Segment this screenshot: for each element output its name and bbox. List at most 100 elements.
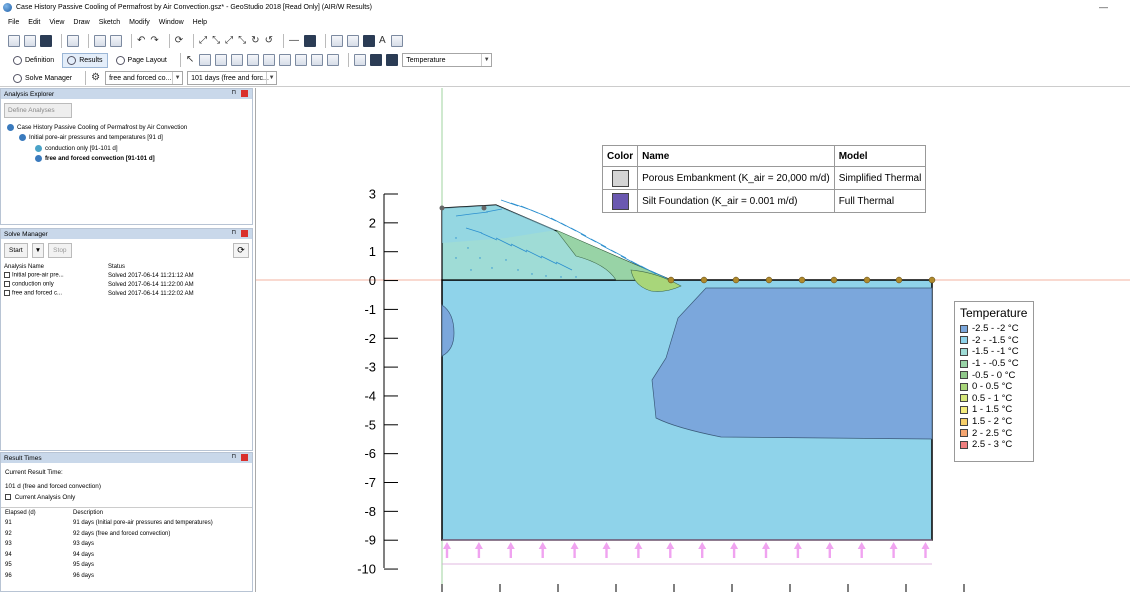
table-row[interactable]: 91 91 days (Initial pore-air pressures an… [1, 518, 252, 529]
new-file-icon[interactable] [8, 34, 20, 47]
column-header[interactable]: Analysis Name [1, 262, 105, 271]
draw-contours-icon[interactable] [199, 54, 212, 66]
current-analysis-only-row[interactable]: Current Analysis Only [1, 492, 252, 503]
pin-icon[interactable]: ⊓ [231, 229, 236, 236]
sketch-dimension-icon[interactable] [346, 34, 359, 47]
table-row[interactable]: 92 92 days (free and forced convection) [1, 529, 252, 540]
table-row[interactable]: conduction only Solved 2017-06-14 11:22:… [1, 280, 252, 289]
axes-icon[interactable] [354, 54, 367, 66]
font-icon[interactable] [390, 34, 403, 47]
define-analyses-button[interactable]: Define Analyses [4, 103, 72, 118]
heat-flux-arrow [506, 542, 515, 558]
menu-draw[interactable]: Draw [73, 19, 89, 26]
analysis-tree: Case History Passive Cooling of Permafro… [1, 122, 252, 164]
menu-edit[interactable]: Edit [28, 19, 40, 26]
table-row[interactable]: 95 95 days [1, 560, 252, 571]
redo-icon[interactable]: ↷ [150, 35, 158, 47]
tree-node-conduction[interactable]: conduction only [91-101 d] [7, 143, 252, 154]
page-layout-button[interactable]: Page Layout [111, 53, 172, 68]
rotate-back-icon[interactable]: ↺ [265, 35, 273, 47]
close-icon[interactable] [241, 230, 248, 237]
text-icon[interactable]: A [379, 35, 386, 47]
result-time-select[interactable]: 101 days (free and forc... ▼ [187, 71, 278, 85]
tree-node-convection[interactable]: free and forced convection [91-101 d] [7, 154, 252, 165]
legend-label: -2.5 - -2 °C [972, 323, 1019, 335]
pin-icon[interactable]: ⊓ [231, 453, 236, 460]
draw-flux-icon[interactable] [231, 54, 244, 66]
save-icon[interactable] [40, 34, 52, 47]
line-style-icon[interactable]: — [289, 35, 299, 47]
tree-node-initial[interactable]: Initial pore-air pressures and temperatu… [7, 133, 252, 144]
view-materials-icon[interactable] [295, 54, 308, 66]
refresh-icon[interactable]: ⟳ [175, 35, 183, 47]
description-cell: 93 days [73, 541, 95, 548]
contour-lines-icon[interactable] [386, 54, 399, 66]
zoom-objects-icon[interactable]: ⤡ [238, 35, 246, 47]
zoom-out-icon[interactable]: ⤡ [212, 35, 220, 47]
refresh-button[interactable]: ⟳ [233, 243, 249, 258]
copy-icon[interactable] [94, 34, 106, 47]
draw-graph-icon[interactable] [247, 54, 260, 66]
checkbox[interactable] [4, 290, 10, 297]
hourglass-icon [35, 144, 42, 152]
mode-toolbar: Definition Results Page Layout ↖ Tempera… [0, 51, 1130, 69]
start-dropdown-button[interactable]: ▼ [31, 243, 45, 258]
view-legend-icon[interactable] [311, 54, 324, 66]
zoom-in-icon[interactable]: ⤢ [199, 35, 207, 47]
menu-modify[interactable]: Modify [129, 19, 150, 26]
contour-parameter-select[interactable]: Temperature ▼ [402, 53, 493, 67]
toolbar-separator [282, 33, 284, 48]
temperature-legend[interactable]: Temperature -2.5 - -2 °C -2 - -1.5 °C -1.5… [954, 301, 1034, 462]
column-header[interactable]: Description [69, 507, 252, 518]
contour-fill-icon[interactable] [370, 54, 383, 66]
minimize-button[interactable]: — [1099, 2, 1108, 12]
color-cell [601, 189, 639, 213]
checkbox[interactable] [4, 281, 10, 288]
legend-label: -0.5 - 0 °C [972, 369, 1016, 381]
rotate-icon[interactable]: ↻ [251, 35, 259, 47]
legend-label: 0 - 0.5 °C [972, 381, 1013, 393]
open-file-icon[interactable] [24, 34, 36, 47]
menu-help[interactable]: Help [193, 19, 207, 26]
close-icon[interactable] [241, 454, 248, 461]
close-icon[interactable] [241, 90, 248, 97]
view-filter-icon[interactable] [327, 54, 340, 66]
checkbox[interactable] [4, 272, 10, 279]
tree-node-project[interactable]: Case History Passive Cooling of Permafro… [7, 122, 252, 133]
table-row[interactable]: 94 94 days [1, 550, 252, 561]
menu-sketch[interactable]: Sketch [99, 19, 120, 26]
print-icon[interactable] [67, 34, 79, 47]
analysis-select[interactable]: free and forced co... ▼ [105, 71, 184, 85]
color-fill-icon[interactable] [303, 34, 316, 47]
sketch-axes-icon[interactable] [330, 34, 343, 47]
table-row[interactable]: 93 93 days [1, 539, 252, 550]
menu-window[interactable]: Window [159, 19, 184, 26]
undo-icon[interactable]: ↶ [137, 35, 145, 47]
zoom-page-icon[interactable]: ⤢ [225, 35, 233, 47]
title-bar: Case History Passive Cooling of Permafro… [0, 0, 1130, 15]
pin-icon[interactable]: ⊓ [231, 89, 236, 96]
column-header[interactable]: Elapsed (d) [1, 507, 69, 518]
start-button[interactable]: Start [4, 243, 28, 258]
view-results-icon[interactable] [263, 54, 276, 66]
menu-file[interactable]: File [8, 19, 19, 26]
stop-button[interactable]: Stop [48, 243, 72, 258]
y-tick-label: -5 [364, 417, 376, 432]
display-properties-icon[interactable] [362, 34, 375, 47]
table-row[interactable]: Initial pore-air pre... Solved 2017-06-1… [1, 271, 252, 280]
elapsed-cell: 93 [5, 541, 12, 548]
drawing-canvas[interactable]: 3 2 1 0 -1 -2 -3 -4 -5 -6 -7 -8 -9 -10 Color Name Mod… [255, 88, 1130, 592]
column-header[interactable]: Status [105, 262, 252, 271]
paste-icon[interactable] [110, 34, 122, 47]
definition-button[interactable]: Definition [8, 53, 59, 68]
menu-view[interactable]: View [49, 19, 64, 26]
draw-vectors-icon[interactable] [215, 54, 228, 66]
results-button[interactable]: Results [62, 52, 108, 68]
pointer-icon[interactable]: ↖ [186, 54, 194, 66]
table-row[interactable]: 96 96 days [1, 571, 252, 582]
table-row[interactable]: free and forced c... Solved 2017-06-14 1… [1, 289, 252, 298]
view-table-icon[interactable] [279, 54, 292, 66]
current-analysis-only-checkbox[interactable] [5, 494, 11, 501]
solve-manager-button[interactable]: Solve Manager [8, 71, 77, 86]
current-analysis-only-label: Current Analysis Only [14, 494, 76, 501]
